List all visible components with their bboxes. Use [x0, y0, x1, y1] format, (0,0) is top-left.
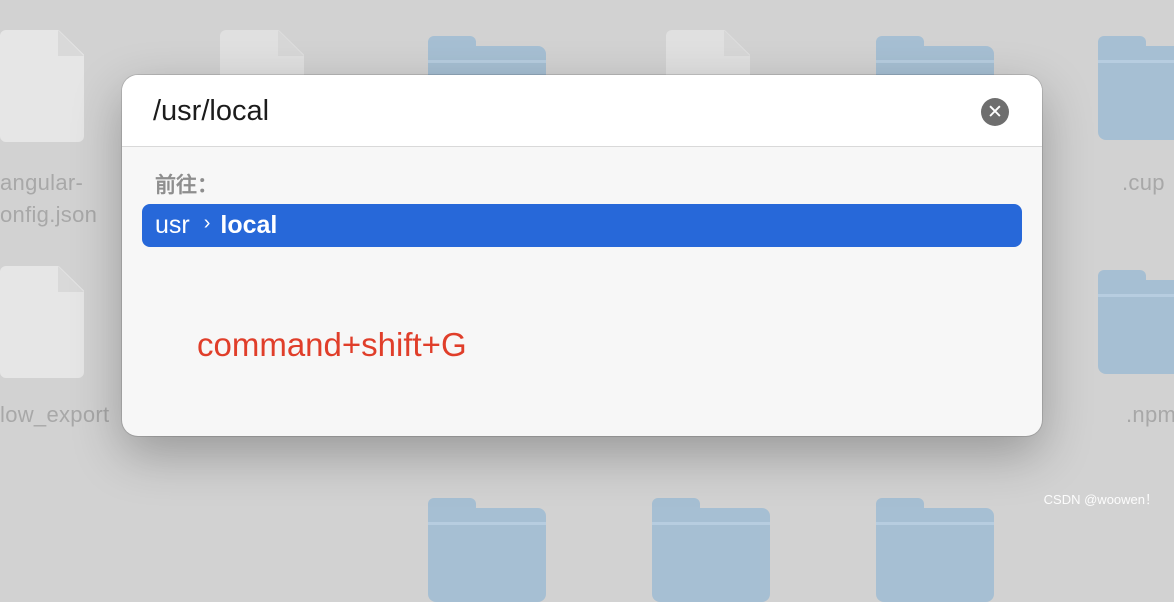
folder-label: .cup	[1122, 170, 1165, 195]
file-label: onfig.json	[0, 202, 98, 227]
path-input[interactable]	[153, 93, 953, 129]
shortcut-annotation: command+shift+G	[197, 326, 467, 363]
folder-icon[interactable]	[1098, 36, 1174, 140]
watermark: CSDN @woowen！	[1043, 492, 1158, 507]
folder-label: .npm	[1126, 402, 1174, 427]
breadcrumb-parent: usr	[155, 211, 190, 239]
chevron-right-icon: ›	[203, 212, 211, 234]
breadcrumb-current: local	[220, 211, 278, 239]
folder-icon	[652, 498, 770, 602]
folder-icon	[428, 498, 546, 602]
document-icon[interactable]	[0, 266, 84, 378]
document-icon[interactable]	[0, 30, 84, 142]
folder-icon[interactable]	[1098, 270, 1174, 374]
path-bar: ✕	[122, 75, 1042, 147]
folder-icon	[876, 498, 994, 602]
clear-icon[interactable]: ✕	[981, 98, 1009, 126]
file-label: angular-	[0, 170, 84, 195]
goto-label: 前往：	[155, 173, 218, 197]
file-label: low_export	[0, 402, 110, 427]
path-suggestion-item[interactable]: usr › local	[142, 204, 1022, 247]
go-to-folder-dialog: ✕ 前往： usr › local command+shift+G	[122, 75, 1042, 436]
